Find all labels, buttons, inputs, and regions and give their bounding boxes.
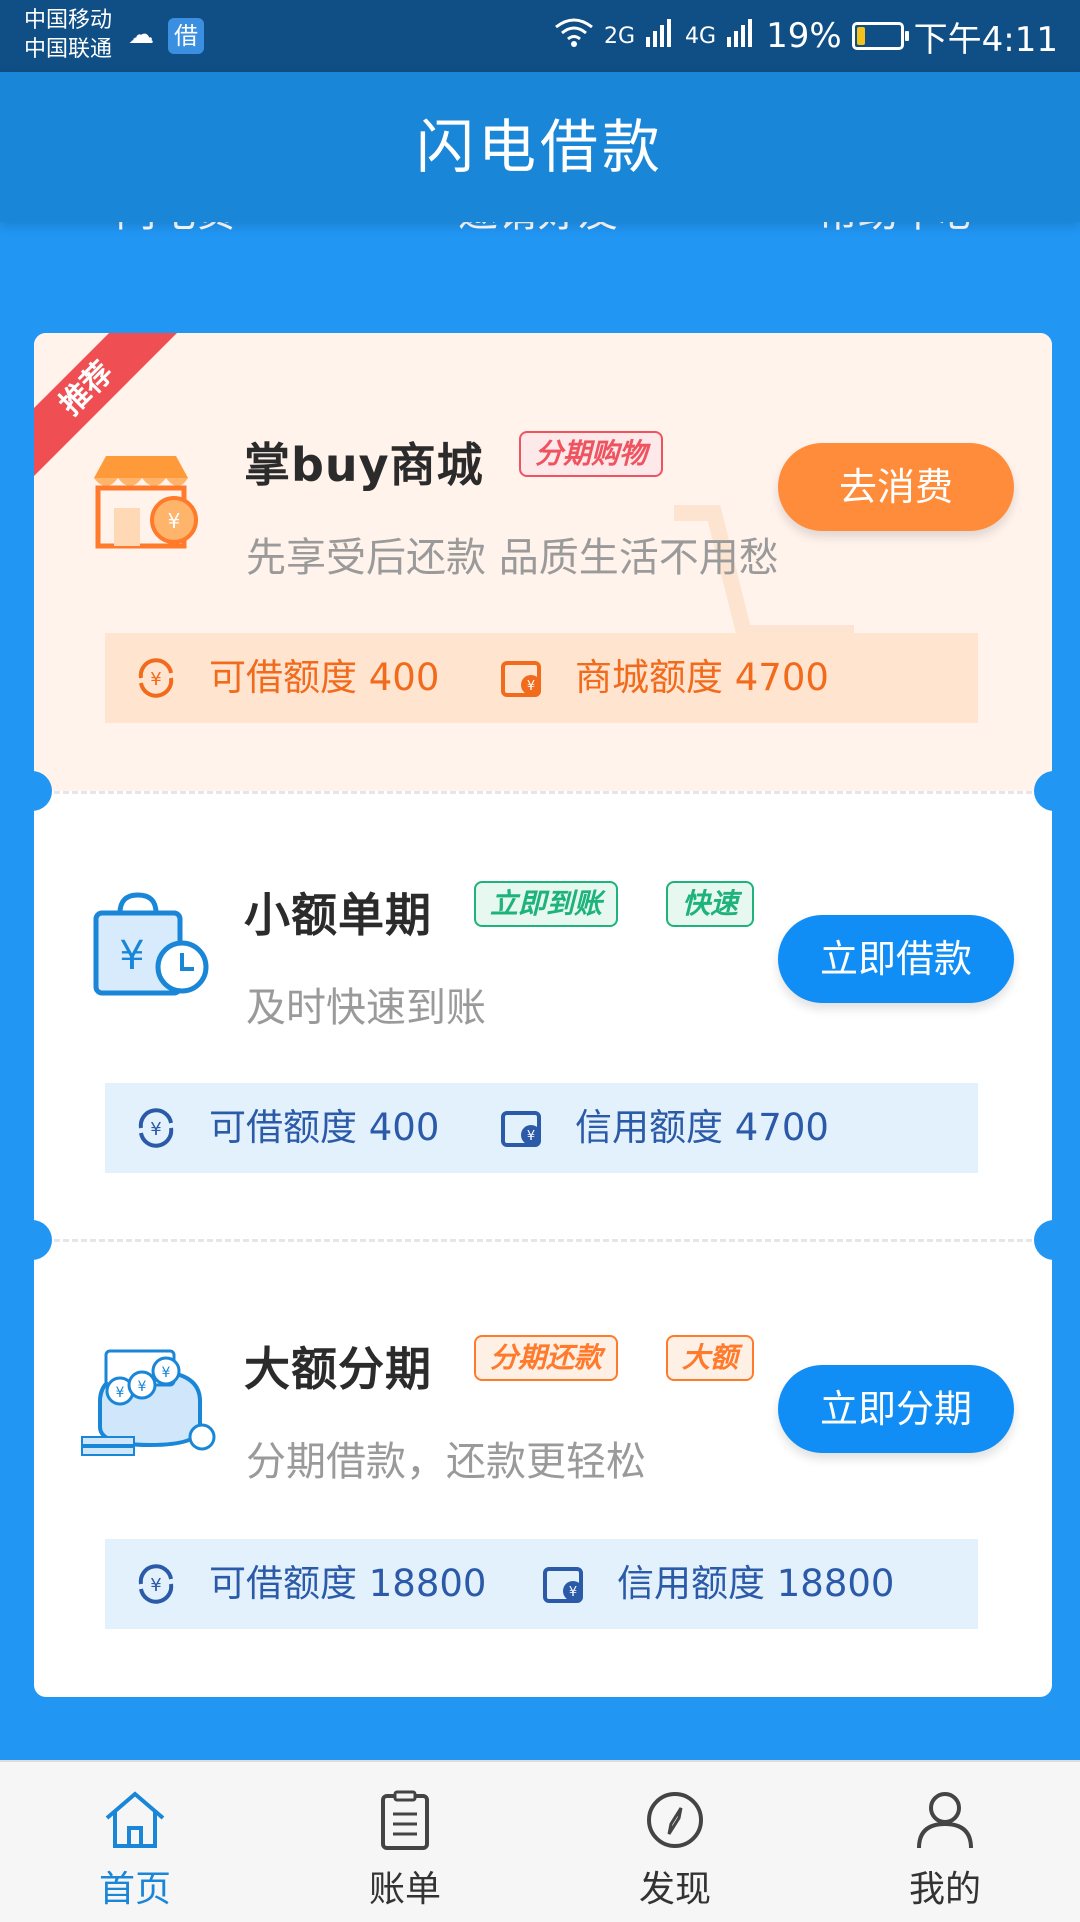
available-quota: 可借额度 18800 [209, 1562, 487, 1605]
section-divider [54, 1239, 1032, 1242]
product-tag: 分期还款 [474, 1335, 619, 1381]
borrow-now-button[interactable]: 立即借款 [778, 915, 1014, 1003]
product-list-card: 推荐 ¥ 掌buy商城 分期购物 先享受后还款 品质生活不用愁 去消费 ¥ 可借… [34, 333, 1052, 1697]
product-tag: 立即到账 [474, 881, 619, 927]
compass-icon [647, 1792, 703, 1848]
credit-quota: 信用额度 18800 [617, 1562, 895, 1605]
svg-text:¥: ¥ [527, 679, 535, 694]
product-section-mall: 推荐 ¥ 掌buy商城 分期购物 先享受后还款 品质生活不用愁 去消费 ¥ 可借… [34, 333, 1052, 791]
product-tag: 快速 [666, 881, 755, 927]
wifi-icon [554, 16, 594, 56]
wallet-icon: ¥ [501, 1111, 541, 1147]
product-title: 大额分期 [244, 1342, 432, 1396]
tab-discover[interactable]: 发现 [540, 1762, 810, 1922]
tab-label: 首页 [98, 1869, 171, 1910]
product-title: 小额单期 [244, 888, 432, 942]
svg-text:¥: ¥ [162, 1365, 171, 1381]
svg-text:¥: ¥ [138, 1379, 147, 1395]
product-description: 先享受后还款 品质生活不用愁 [246, 535, 779, 581]
bottom-tab-bar: 首页 账单 发现 我的 [0, 1760, 1080, 1922]
battery-icon [851, 22, 909, 50]
available-quota: 可借额度 400 [209, 1106, 440, 1149]
quota-bar: ¥ 可借额度 400 ¥ 商城额度 4700 [105, 633, 978, 723]
signal-icon [645, 16, 675, 56]
svg-text:¥: ¥ [150, 1119, 161, 1140]
svg-text:¥: ¥ [116, 1385, 125, 1401]
go-shopping-button[interactable]: 去消费 [778, 443, 1014, 531]
product-title: 掌buy商城 [244, 438, 484, 492]
network-type-2g: 2G [603, 23, 636, 49]
svg-text:¥: ¥ [527, 1129, 535, 1144]
svg-text:¥: ¥ [569, 1585, 577, 1600]
ticket-notch [12, 1220, 52, 1260]
quota-bar: ¥ 可借额度 400 ¥ 信用额度 4700 [105, 1083, 978, 1173]
user-icon [917, 1792, 973, 1849]
credit-cycle-icon: ¥ [138, 658, 174, 698]
available-quota: 可借额度 400 [209, 656, 440, 699]
bag-clock-icon: ¥ [93, 892, 209, 996]
carrier-2: 中国联通 [24, 37, 113, 62]
svg-text:¥: ¥ [150, 1575, 161, 1596]
wallet-icon: ¥ [501, 661, 541, 697]
credit-cycle-icon: ¥ [138, 1564, 174, 1604]
bill-icon [381, 1790, 429, 1850]
wallet-icon: ¥ [543, 1567, 583, 1603]
carrier-info: 中国移动 中国联通 [24, 6, 112, 64]
ticket-notch [12, 771, 52, 811]
product-tag: 大额 [666, 1335, 755, 1381]
quota-bar: ¥ 可借额度 18800 ¥ 信用额度 18800 [105, 1539, 978, 1629]
status-bar: 中国移动 中国联通 ☁ 借 2G 4G 19% 下午4:11 [0, 0, 1080, 72]
svg-text:¥: ¥ [150, 669, 161, 690]
carrier-1: 中国移动 [24, 8, 113, 33]
product-description: 及时快速到账 [246, 985, 486, 1031]
tab-label: 账单 [368, 1869, 441, 1910]
mall-quota: 商城额度 4700 [575, 656, 829, 699]
money-bag-icon: ¥ ¥ ¥ [81, 1349, 216, 1456]
product-description: 分期借款，还款更轻松 [246, 1439, 646, 1485]
battery-percent: 19% [766, 16, 842, 56]
credit-cycle-icon: ¥ [138, 1108, 174, 1148]
tab-label: 我的 [908, 1869, 981, 1910]
ticket-notch [1034, 1220, 1074, 1260]
shop-icon: ¥ [94, 456, 198, 549]
home-icon [105, 1791, 165, 1848]
ticket-notch [1034, 771, 1074, 811]
installment-now-button[interactable]: 立即分期 [778, 1365, 1014, 1453]
signal-icon [726, 16, 756, 56]
tab-label: 发现 [638, 1869, 711, 1910]
product-tag: 分期购物 [519, 431, 664, 477]
tab-mine[interactable]: 我的 [810, 1762, 1080, 1922]
section-divider [54, 791, 1032, 794]
clock: 下午4:11 [913, 19, 1058, 60]
app-notification-icon: 借 [168, 18, 204, 54]
page-title: 闪电借款 [0, 72, 1080, 222]
network-type-4g: 4G [685, 23, 717, 49]
tab-home[interactable]: 首页 [0, 1762, 270, 1922]
credit-quota: 信用额度 4700 [575, 1106, 829, 1149]
svg-text:¥: ¥ [168, 509, 181, 533]
svg-text:¥: ¥ [119, 933, 144, 979]
weather-icon: ☁ [128, 20, 154, 50]
status-indicators: 2G 4G 19% 下午4:11 [554, 14, 1058, 60]
tab-bill[interactable]: 账单 [270, 1762, 540, 1922]
